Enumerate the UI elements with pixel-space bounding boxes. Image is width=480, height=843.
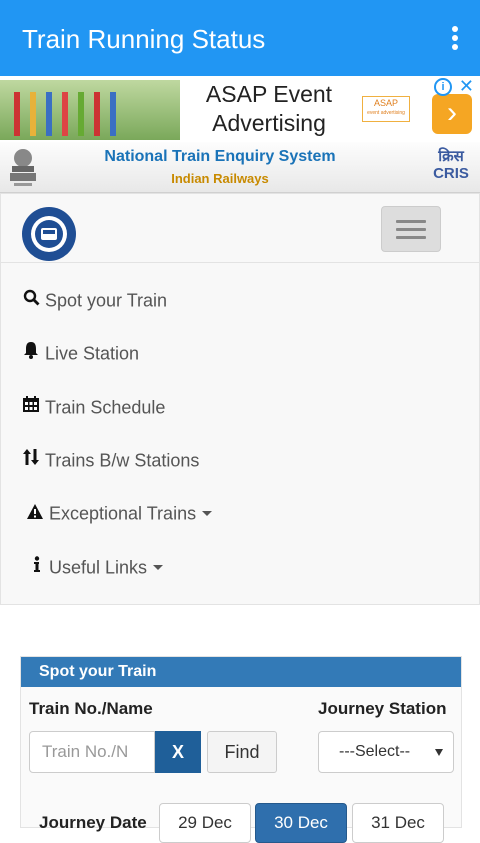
nav-item-live-station[interactable]: Live Station — [21, 340, 139, 364]
app-bar: Train Running Status — [0, 0, 480, 76]
ad-logo: ASAP event advertising — [362, 96, 410, 122]
hamburger-icon[interactable] — [381, 206, 441, 252]
calendar-icon — [21, 395, 41, 419]
search-icon — [21, 288, 41, 312]
ad-text-line1: ASAP Event — [205, 81, 333, 107]
nav-item-label: Live Station — [45, 343, 140, 364]
journey-station-label: Journey Station — [318, 699, 447, 718]
info-icon — [29, 555, 45, 579]
ad-logo-sub: event advertising — [367, 110, 405, 116]
dropdown-arrow-icon — [435, 749, 443, 756]
train-no-label: Train No./Name — [29, 699, 153, 718]
ad-text-line2: Advertising — [212, 110, 326, 136]
find-button[interactable]: Find — [207, 731, 277, 773]
journey-date-label: Journey Date — [39, 813, 147, 832]
more-vert-icon[interactable] — [452, 26, 460, 54]
cris-logo: क्रिस CRIS — [428, 148, 474, 182]
cris-text: CRIS — [433, 165, 469, 182]
ntes-banner: National Train Enquiry System Indian Rai… — [0, 142, 480, 193]
banner-title: National Train Enquiry System — [104, 148, 336, 165]
bell-icon — [21, 341, 41, 365]
ad-banner[interactable]: ASAP Event Advertising ASAP event advert… — [0, 76, 480, 143]
date-option-selected[interactable]: 30 Dec — [255, 803, 347, 843]
nav-item-exceptional-trains[interactable]: Exceptional Trains — [25, 500, 213, 525]
app-title: Train Running Status — [22, 24, 266, 54]
nav-item-label: Exceptional Trains — [49, 503, 197, 524]
nav-item-label: Train Schedule — [45, 397, 166, 418]
nav-item-label: Spot your Train — [45, 290, 168, 311]
ad-image — [0, 80, 180, 140]
nav-item-spot-your-train[interactable]: Spot your Train — [21, 287, 167, 311]
ad-logo-text: ASAP — [373, 98, 398, 108]
nav-item-label: Trains B/w Stations — [45, 450, 200, 471]
banner-subtitle: Indian Railways — [171, 171, 269, 186]
chevron-right-icon[interactable]: › — [432, 94, 472, 134]
ad-text: ASAP Event Advertising — [188, 80, 350, 138]
sort-arrows-icon — [21, 448, 41, 472]
nav-item-train-schedule[interactable]: Train Schedule — [21, 394, 165, 418]
navbar: Spot your Train Live Station Train Sched… — [0, 193, 480, 605]
journey-station-select[interactable]: ---Select-- — [318, 731, 454, 773]
select-value: ---Select-- — [339, 743, 411, 760]
date-option[interactable]: 31 Dec — [352, 803, 444, 843]
cris-hindi: क्रिस — [438, 148, 464, 165]
clear-button[interactable]: X — [155, 731, 201, 773]
nav-item-label: Useful Links — [49, 557, 148, 578]
nav-item-trains-bw-stations[interactable]: Trains B/w Stations — [21, 447, 199, 471]
panel-title: Spot your Train — [21, 657, 461, 687]
nav-item-useful-links[interactable]: Useful Links — [29, 554, 164, 579]
close-icon[interactable]: ✕ — [459, 76, 474, 97]
spot-your-train-panel: Spot your Train Train No./Name Journey S… — [20, 656, 462, 843]
train-no-input[interactable] — [29, 731, 155, 773]
divider — [1, 262, 479, 263]
date-option[interactable]: 29 Dec — [159, 803, 251, 843]
caret-down-icon — [153, 564, 164, 570]
caret-down-icon — [202, 510, 213, 516]
ntes-logo-icon[interactable] — [21, 206, 77, 262]
warning-icon — [25, 501, 45, 525]
info-icon[interactable]: i — [434, 78, 452, 96]
